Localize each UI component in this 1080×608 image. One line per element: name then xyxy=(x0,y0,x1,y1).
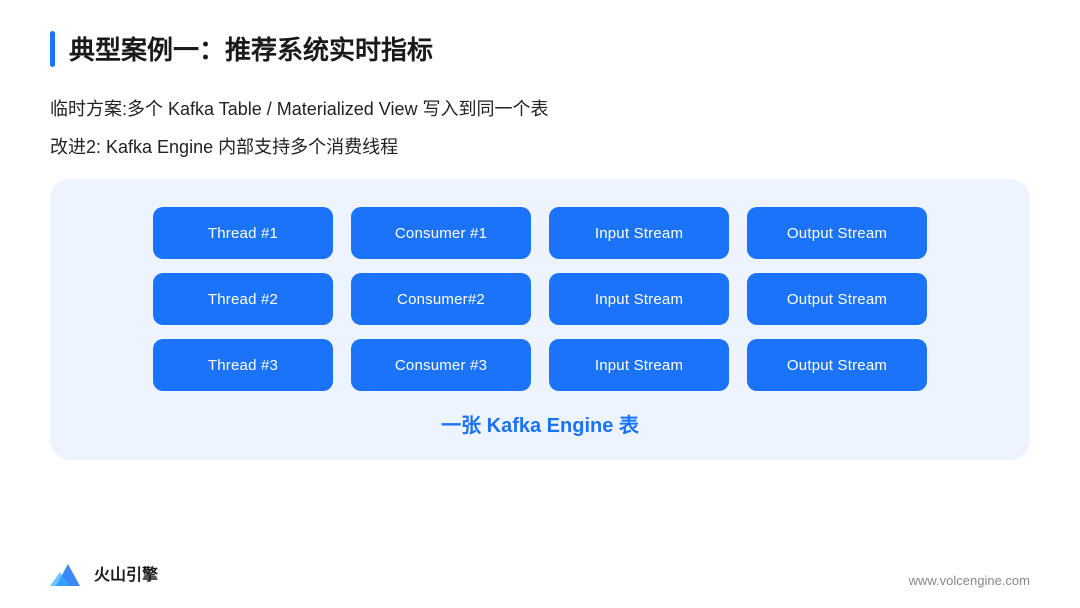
input-stream3-button[interactable]: Input Stream xyxy=(549,339,729,391)
output-stream3-button[interactable]: Output Stream xyxy=(747,339,927,391)
thread2-button[interactable]: Thread #2 xyxy=(153,273,333,325)
consumer2-button[interactable]: Consumer#2 xyxy=(351,273,531,325)
grid-rows: Thread #1 Consumer #1 Input Stream Outpu… xyxy=(86,207,994,391)
consumer3-button[interactable]: Consumer #3 xyxy=(351,339,531,391)
consumer1-button[interactable]: Consumer #1 xyxy=(351,207,531,259)
output-stream2-button[interactable]: Output Stream xyxy=(747,273,927,325)
page-title: 典型案例一：推荐系统实时指标 xyxy=(69,30,433,67)
thread1-button[interactable]: Thread #1 xyxy=(153,207,333,259)
subtitle2: 改进2: Kafka Engine 内部支持多个消费线程 xyxy=(50,133,1030,159)
input-stream2-button[interactable]: Input Stream xyxy=(549,273,729,325)
logo-area: 火山引擎 xyxy=(50,558,158,588)
thread3-button[interactable]: Thread #3 xyxy=(153,339,333,391)
logo-mountain-icon xyxy=(50,558,86,588)
grid-row-1: Thread #1 Consumer #1 Input Stream Outpu… xyxy=(86,207,994,259)
subtitle1: 临时方案:多个 Kafka Table / Materialized View … xyxy=(50,95,1030,121)
grid-row-3: Thread #3 Consumer #3 Input Stream Outpu… xyxy=(86,339,994,391)
page-container: 典型案例一：推荐系统实时指标 临时方案:多个 Kafka Table / Mat… xyxy=(0,0,1080,608)
title-row: 典型案例一：推荐系统实时指标 xyxy=(50,30,1030,67)
title-bar-decoration xyxy=(50,31,55,67)
input-stream1-button[interactable]: Input Stream xyxy=(549,207,729,259)
logo-text: 火山引擎 xyxy=(94,561,158,585)
website-url: www.volcengine.com xyxy=(909,573,1030,588)
grid-row-2: Thread #2 Consumer#2 Input Stream Output… xyxy=(86,273,994,325)
output-stream1-button[interactable]: Output Stream xyxy=(747,207,927,259)
diagram-footer: 一张 Kafka Engine 表 xyxy=(441,409,639,438)
diagram-container: Thread #1 Consumer #1 Input Stream Outpu… xyxy=(50,179,1030,460)
